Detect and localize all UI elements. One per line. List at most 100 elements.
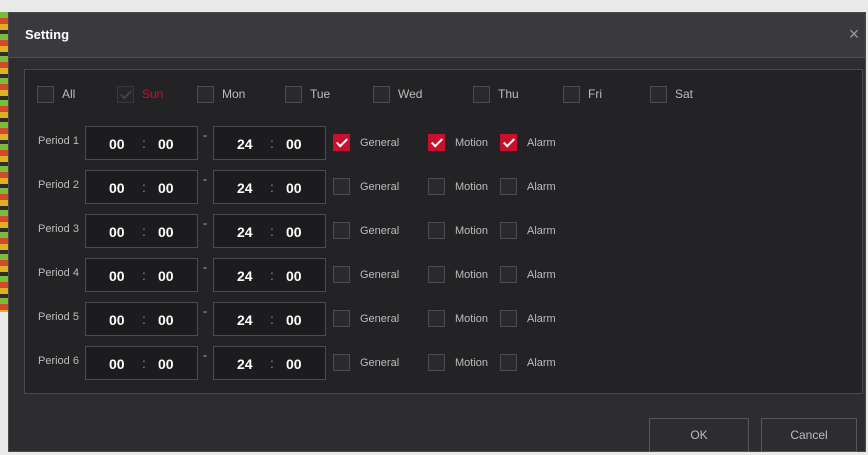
checkbox-box[interactable] (373, 85, 390, 103)
hour-value[interactable]: 00 (109, 268, 125, 284)
minute-value[interactable]: 00 (286, 224, 302, 240)
hour-value[interactable]: 00 (109, 312, 125, 328)
alarm-checkbox[interactable]: Alarm (500, 222, 556, 239)
minute-value[interactable]: 00 (286, 180, 302, 196)
minute-value[interactable]: 00 (158, 136, 174, 152)
end-time-field[interactable]: 24:00 (213, 302, 326, 336)
minute-value[interactable]: 00 (286, 312, 302, 328)
day-checkbox-mon[interactable]: Mon (197, 84, 245, 104)
minute-value[interactable]: 00 (286, 356, 302, 372)
checkbox-box[interactable] (285, 85, 302, 103)
end-time-field[interactable]: 24:00 (213, 258, 326, 292)
time-separator: : (142, 223, 146, 239)
hour-value[interactable]: 24 (237, 356, 253, 372)
checkbox-box[interactable] (333, 222, 350, 239)
checkbox-box[interactable] (563, 85, 580, 103)
general-checkbox[interactable]: General (333, 134, 399, 151)
day-checkbox-thu[interactable]: Thu (473, 84, 519, 104)
motion-label: Motion (455, 356, 489, 369)
checkbox-box[interactable] (650, 85, 667, 103)
checkbox-box[interactable] (500, 354, 517, 371)
hour-value[interactable]: 24 (237, 312, 253, 328)
start-time-field[interactable]: 00:00 (85, 170, 198, 204)
checkbox-box[interactable] (428, 354, 445, 371)
minute-value[interactable]: 00 (158, 224, 174, 240)
day-checkbox-all[interactable]: All (37, 84, 75, 104)
end-time-field[interactable]: 24:00 (213, 214, 326, 248)
checkbox-box[interactable] (333, 178, 350, 195)
start-time-field[interactable]: 00:00 (85, 214, 198, 248)
day-checkbox-fri[interactable]: Fri (563, 84, 602, 104)
ok-button[interactable]: OK (649, 418, 749, 452)
checkbox-box[interactable] (428, 178, 445, 195)
start-time-field[interactable]: 00:00 (85, 346, 198, 380)
checkbox-box[interactable] (500, 310, 517, 327)
motion-checkbox[interactable]: Motion (428, 134, 488, 151)
day-checkbox-sun[interactable]: Sun (117, 84, 163, 104)
alarm-checkbox[interactable]: Alarm (500, 134, 556, 151)
alarm-checkbox[interactable]: Alarm (500, 354, 556, 371)
checkbox-box[interactable] (428, 134, 445, 151)
minute-value[interactable]: 00 (286, 268, 302, 284)
end-time-field[interactable]: 24:00 (213, 126, 326, 160)
close-icon[interactable]: × (845, 25, 863, 43)
hour-value[interactable]: 00 (109, 136, 125, 152)
checkbox-box[interactable] (500, 134, 517, 151)
alarm-checkbox[interactable]: Alarm (500, 178, 556, 195)
minute-value[interactable]: 00 (158, 268, 174, 284)
motion-checkbox[interactable]: Motion (428, 222, 488, 239)
minute-value[interactable]: 00 (286, 136, 302, 152)
motion-checkbox[interactable]: Motion (428, 310, 488, 327)
hour-value[interactable]: 00 (109, 224, 125, 240)
hour-value[interactable]: 00 (109, 180, 125, 196)
end-time-field[interactable]: 24:00 (213, 170, 326, 204)
end-time-field[interactable]: 24:00 (213, 346, 326, 380)
checkbox-box[interactable] (333, 310, 350, 327)
range-separator: - (203, 260, 207, 274)
hour-value[interactable]: 24 (237, 224, 253, 240)
motion-label: Motion (455, 312, 489, 325)
hour-value[interactable]: 24 (237, 180, 253, 196)
checkbox-box[interactable] (333, 134, 350, 151)
period-row: Period 6 00:00-24:00 General Motion Alarm (25, 346, 862, 380)
minute-value[interactable]: 00 (158, 356, 174, 372)
general-checkbox[interactable]: General (333, 266, 399, 283)
motion-checkbox[interactable]: Motion (428, 354, 488, 371)
hour-value[interactable]: 00 (109, 356, 125, 372)
general-checkbox[interactable]: General (333, 222, 399, 239)
cancel-button[interactable]: Cancel (761, 418, 857, 452)
start-time-field[interactable]: 00:00 (85, 258, 198, 292)
checkbox-box[interactable] (428, 266, 445, 283)
day-checkbox-sat[interactable]: Sat (650, 84, 693, 104)
checkbox-box[interactable] (500, 222, 517, 239)
day-checkbox-wed[interactable]: Wed (373, 84, 422, 104)
checkbox-box[interactable] (428, 222, 445, 239)
checkbox-box[interactable] (500, 266, 517, 283)
checkbox-box[interactable] (117, 85, 134, 103)
checkbox-box[interactable] (197, 85, 214, 103)
start-time-field[interactable]: 00:00 (85, 126, 198, 160)
minute-value[interactable]: 00 (158, 312, 174, 328)
checkbox-box[interactable] (333, 266, 350, 283)
time-separator: : (142, 179, 146, 195)
minute-value[interactable]: 00 (158, 180, 174, 196)
day-checkbox-tue[interactable]: Tue (285, 84, 330, 104)
general-checkbox[interactable]: General (333, 310, 399, 327)
general-checkbox[interactable]: General (333, 354, 399, 371)
start-time-field[interactable]: 00:00 (85, 302, 198, 336)
checkbox-box[interactable] (333, 354, 350, 371)
motion-checkbox[interactable]: Motion (428, 178, 488, 195)
checkbox-box[interactable] (37, 85, 54, 103)
hour-value[interactable]: 24 (237, 268, 253, 284)
schedule-panel: All Sun Mon Tue Wed Thu Fri Sat Period 1 00:00-24… (24, 69, 863, 394)
motion-checkbox[interactable]: Motion (428, 266, 488, 283)
alarm-checkbox[interactable]: Alarm (500, 266, 556, 283)
alarm-checkbox[interactable]: Alarm (500, 310, 556, 327)
period-label: Period 1 (38, 135, 79, 147)
checkbox-box[interactable] (500, 178, 517, 195)
checkbox-box[interactable] (473, 85, 490, 103)
dialog-title: Setting (25, 27, 70, 42)
hour-value[interactable]: 24 (237, 136, 253, 152)
checkbox-box[interactable] (428, 310, 445, 327)
general-checkbox[interactable]: General (333, 178, 399, 195)
